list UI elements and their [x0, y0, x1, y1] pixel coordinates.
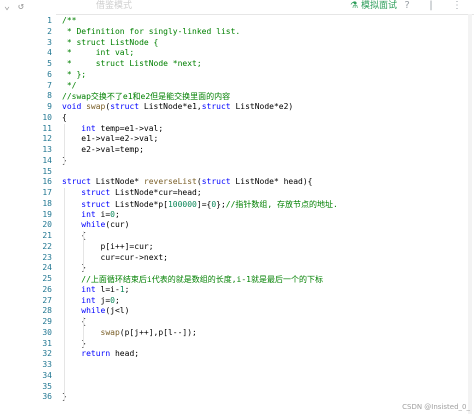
- line-number: 25: [42, 274, 52, 283]
- code-line[interactable]: void swap(struct ListNode*e1,struct List…: [62, 102, 293, 111]
- code-line[interactable]: int j=0;: [62, 296, 120, 305]
- line-number: 26: [42, 284, 52, 294]
- indent-guide: [83, 317, 84, 347]
- line-number: 1: [47, 16, 52, 25]
- code-line[interactable]: * Definition for singly-linked list.: [62, 27, 240, 36]
- line-number: 8: [47, 91, 52, 101]
- line-number: 9: [47, 102, 52, 111]
- code-line[interactable]: int i=0;: [62, 210, 120, 219]
- editor-toolbar: ⌄ ↺ 借鉴模式 ⚗ 模拟面试 ? | ⋮: [0, 0, 474, 15]
- code-line[interactable]: //swap交换不了e1和e2但是能交换里面的内容: [62, 91, 230, 102]
- test-icon: ⚗: [350, 1, 361, 11]
- line-number: 36: [42, 392, 52, 402]
- code-line[interactable]: e1->val=e2->val;: [62, 134, 158, 143]
- line-number: 34: [42, 370, 52, 380]
- code-line[interactable]: return head;: [62, 349, 139, 358]
- indent-guide: [83, 231, 84, 272]
- code-line[interactable]: /**: [62, 16, 76, 25]
- line-number: 22: [42, 241, 52, 251]
- line-number: 12: [42, 134, 52, 144]
- line-number: 7: [47, 80, 52, 90]
- code-line[interactable]: * };: [62, 70, 86, 79]
- dropdown-chevron-icon[interactable]: ⌄: [4, 2, 10, 12]
- reset-icon[interactable]: ↺: [18, 2, 24, 12]
- line-number: 15: [42, 166, 52, 176]
- mock-test-label: 模拟面试: [360, 1, 397, 11]
- mock-test-button[interactable]: ⚗ 模拟面试: [350, 0, 397, 12]
- code-line[interactable]: */: [62, 81, 77, 90]
- code-line[interactable]: //上面循环结束后i代表的就是数组的长度,i-1就是最后一个的下标: [62, 274, 323, 285]
- line-number: 30: [42, 327, 52, 337]
- line-number: 19: [42, 209, 52, 219]
- vertical-scrollbar[interactable]: [468, 14, 472, 414]
- code-area[interactable]: /** * Definition for singly-linked list.…: [56, 14, 460, 414]
- code-line[interactable]: int l=i-1;: [62, 285, 129, 294]
- code-line[interactable]: while(cur): [62, 220, 129, 229]
- line-number: 14: [42, 155, 52, 165]
- line-number: 6: [47, 69, 52, 79]
- indent-guide: [64, 123, 65, 164]
- line-number: 21: [42, 231, 52, 240]
- code-line[interactable]: * struct ListNode *next;: [62, 59, 202, 68]
- toolbar-faded-label[interactable]: 借鉴模式: [96, 0, 132, 12]
- code-line[interactable]: while(j<l): [62, 306, 129, 315]
- watermark: CSDN @Insisted_0_: [402, 403, 470, 411]
- code-line[interactable]: struct ListNode*cur=head;: [62, 188, 201, 197]
- line-number: 18: [42, 198, 52, 208]
- code-line[interactable]: p[i++]=cur;: [62, 242, 154, 251]
- code-line[interactable]: int temp=e1->val;: [62, 124, 163, 133]
- line-number: 28: [42, 306, 52, 316]
- line-number: 32: [42, 349, 52, 359]
- line-number: 11: [42, 123, 52, 133]
- code-line[interactable]: struct ListNode*p[100000]={0};//指针数组, 存放…: [62, 199, 338, 210]
- line-number: 24: [42, 263, 52, 273]
- line-number: 23: [42, 252, 52, 262]
- line-number: 13: [42, 145, 52, 154]
- line-number: 5: [47, 59, 52, 68]
- more-icon[interactable]: ⋮: [452, 0, 462, 12]
- line-number: 27: [42, 295, 52, 305]
- code-line[interactable]: struct ListNode* reverseList(struct List…: [62, 177, 313, 186]
- line-number: 35: [42, 381, 52, 391]
- line-number: 33: [42, 360, 52, 369]
- toolbar-left-icons: ⌄ ↺: [4, 1, 44, 12]
- line-number: 29: [42, 317, 52, 326]
- line-number: 17: [42, 188, 52, 197]
- line-number: 31: [42, 338, 52, 348]
- indent-guide: [64, 188, 65, 401]
- line-number: 3: [47, 37, 52, 47]
- code-line[interactable]: * struct ListNode {: [62, 38, 159, 47]
- code-line[interactable]: e2->val=temp;: [62, 145, 144, 154]
- code-line[interactable]: cur=cur->next;: [62, 253, 168, 262]
- question-icon[interactable]: ?: [404, 0, 410, 12]
- line-number: 10: [42, 112, 52, 122]
- line-number: 20: [42, 220, 52, 230]
- line-number: 2: [47, 26, 52, 36]
- code-line[interactable]: {: [62, 113, 67, 122]
- code-line[interactable]: * int val;: [62, 48, 134, 57]
- line-number: 16: [42, 177, 52, 187]
- divider-icon: |: [428, 0, 435, 11]
- code-editor[interactable]: 1 2 3 4 5 6 7 8 9 10 11 12 13 14 15 16 17 18 19 20 21 22 23 24 2…: [0, 14, 474, 414]
- line-number: 4: [47, 48, 52, 58]
- line-number-gutter: 1 2 3 4 5 6 7 8 9 10 11 12 13 14 15 16 17 18 19 20 21 22 23 24 2…: [0, 14, 56, 414]
